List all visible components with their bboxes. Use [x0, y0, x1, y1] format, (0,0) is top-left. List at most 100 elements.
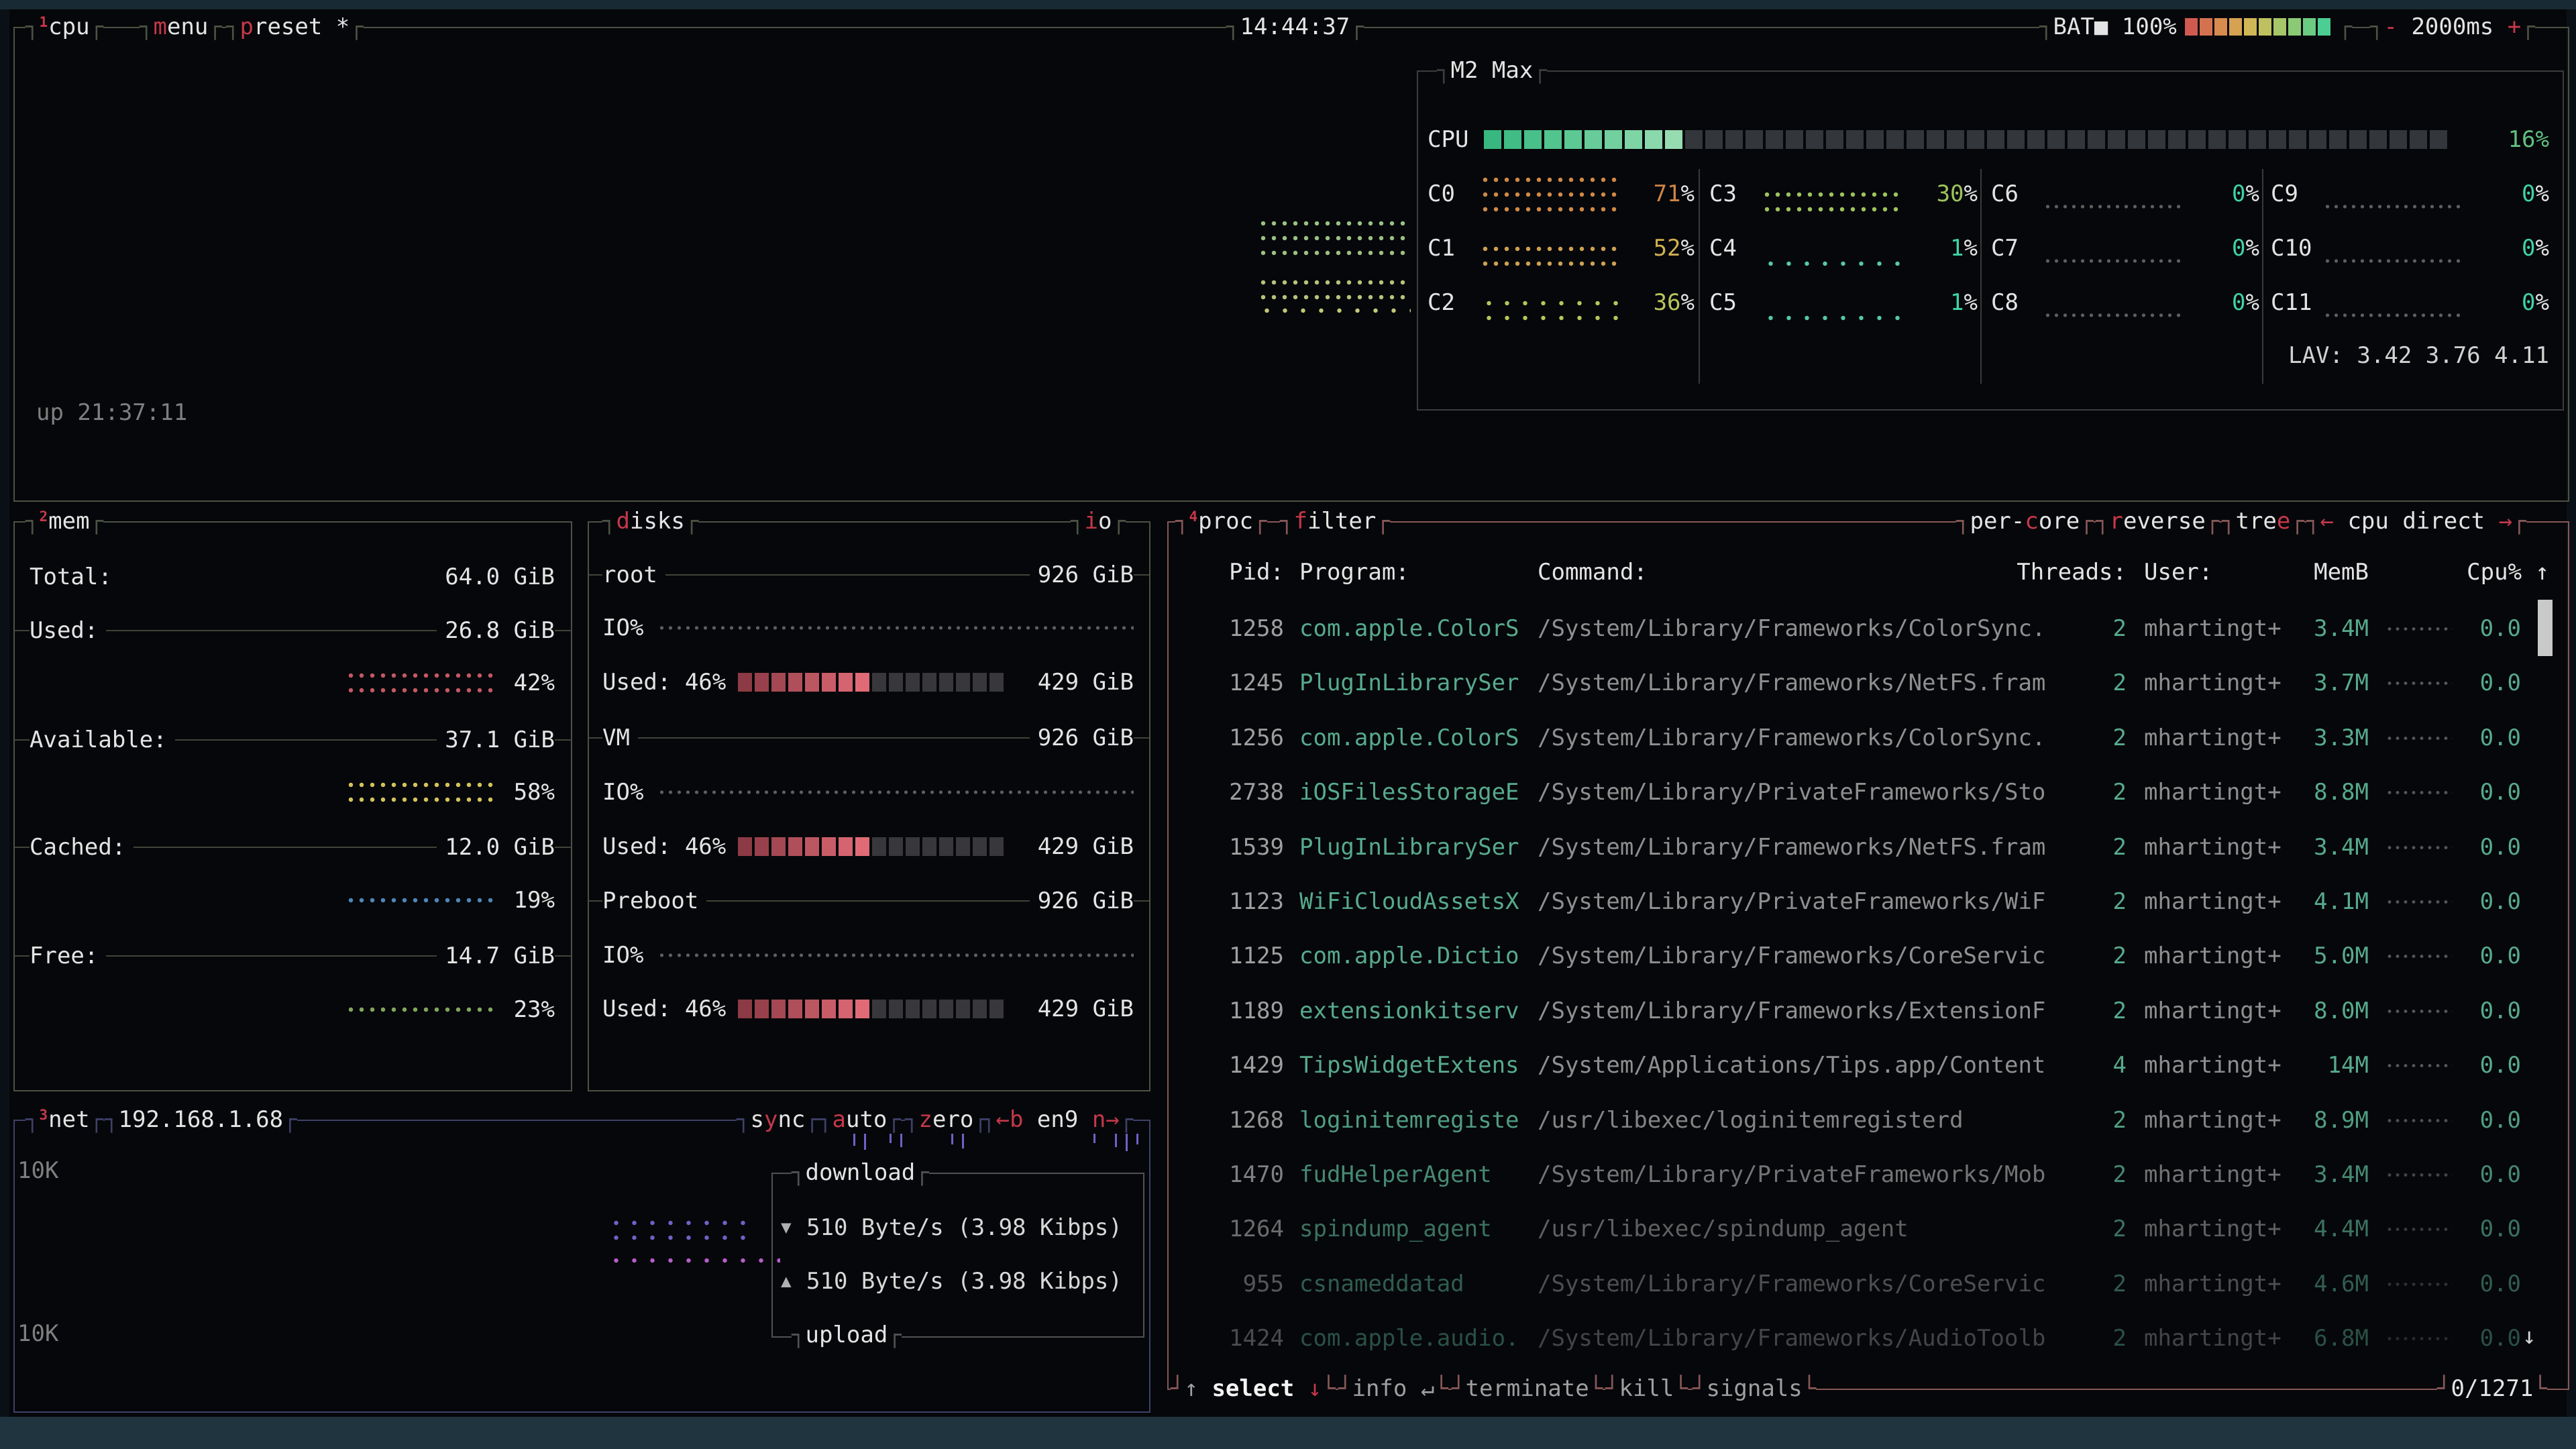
proc-box-tab[interactable]: 4proc [1175, 508, 1267, 535]
core-label: C11 [2271, 276, 2312, 329]
process-row[interactable]: 1268loginitemregiste/usr/libexec/loginit… [1181, 1093, 2521, 1148]
core-percent: 0% [2232, 167, 2259, 221]
cpu-meter-block [2168, 130, 2186, 149]
uptime-label: up 21:37:11 [36, 386, 187, 439]
process-row[interactable]: 1470fudHelperAgent/System/Library/Privat… [1181, 1148, 2521, 1202]
core-percent: 0% [2522, 276, 2549, 329]
process-row[interactable]: 1258com.apple.ColorS/System/Library/Fram… [1181, 602, 2521, 656]
battery-block [2318, 18, 2330, 36]
core-label: C9 [2271, 167, 2298, 221]
cpu-meter-block [2128, 130, 2145, 149]
proc-footer-kill[interactable]: kill [1605, 1375, 1688, 1402]
net-zero-toggle[interactable]: zero [905, 1106, 987, 1133]
cpu-meter-block [2390, 130, 2407, 149]
process-row[interactable]: 1264spindump_agent/usr/libexec/spindump_… [1181, 1202, 2521, 1256]
col-header-program: Program: [1299, 545, 1409, 599]
cpu-meter-block [2410, 130, 2427, 149]
net-graph-tick [864, 1134, 866, 1150]
process-row[interactable]: 955csnameddatad/System/Library/Framework… [1181, 1257, 2521, 1311]
preset-button[interactable]: preset * [226, 13, 364, 40]
net-box-tab[interactable]: 3net [25, 1106, 103, 1133]
disk-used-label: Used: 46% [602, 820, 726, 873]
net-prev-button[interactable]: ←b [996, 1106, 1023, 1133]
cpu-meter-block [2088, 130, 2105, 149]
cpu-meter-block [1907, 130, 1924, 149]
col-header-threads: Threads: [2006, 545, 2127, 599]
battery-block [2303, 18, 2316, 36]
cpu-meter-block [2148, 130, 2165, 149]
proc-footer-terminate[interactable]: terminate [1452, 1375, 1603, 1402]
sort-next-arrow[interactable]: → [2499, 508, 2512, 535]
process-row[interactable]: 1429TipsWidgetExtens/System/Applications… [1181, 1038, 2521, 1093]
proc-filter-button[interactable]: filter [1280, 508, 1390, 535]
core-percent: 0% [2522, 167, 2549, 221]
net-sync-toggle[interactable]: sync [737, 1106, 819, 1133]
menu-button[interactable]: menu [140, 13, 222, 40]
cpu-meter-block [1605, 130, 1622, 149]
select-up-arrow[interactable]: ↑ [1184, 1375, 1197, 1402]
disk-used-label: Used: 46% [602, 982, 726, 1036]
proc-tree-toggle[interactable]: tree [2222, 508, 2304, 535]
cpu-core-c2: C236% [1428, 276, 1695, 329]
process-row[interactable]: 1245PlugInLibrarySer/System/Library/Fram… [1181, 656, 2521, 710]
disk-used-value: 429 GiB [1013, 820, 1134, 873]
col-header-cpu-sort[interactable]: Cpu% ↑ [2422, 545, 2549, 599]
core-percent: 30% [1937, 167, 1978, 221]
refresh-rate-control: - 2000ms + [2370, 13, 2535, 40]
process-row[interactable]: 1189extensionkitserv/System/Library/Fram… [1181, 984, 2521, 1038]
mem-stat-label: Cached: [30, 820, 133, 874]
proc-reverse-toggle[interactable]: reverse [2096, 508, 2219, 535]
process-row[interactable]: 2738iOSFilesStorageE/System/Library/Priv… [1181, 765, 2521, 820]
sort-prev-arrow[interactable]: ← [2320, 508, 2333, 535]
disks-box-tab[interactable]: disks [602, 508, 698, 535]
core-percent: 71% [1654, 167, 1695, 221]
mem-stat-graph [345, 893, 498, 908]
mem-stat-graph [345, 777, 498, 807]
mem-stat-value: 14.7 GiB [354, 929, 555, 983]
core-label: C4 [1709, 221, 1737, 275]
proc-footer-info[interactable]: info ↵ [1338, 1375, 1448, 1402]
upload-speed: 510 Byte/s (3.98 Kibps) [806, 1254, 1122, 1308]
cpu-meter-block [1705, 130, 1723, 149]
disk-name: Preboot [602, 874, 706, 928]
cpu-core-c5: C51% [1709, 276, 1978, 329]
proc-footer-signals[interactable]: signals [1693, 1375, 1816, 1402]
select-down-arrow[interactable]: ↓ [1308, 1375, 1322, 1402]
mem-total-label: Total: [30, 550, 112, 604]
io-toggle-tab[interactable]: io [1071, 508, 1126, 535]
core-usage-graph [1480, 296, 1622, 325]
net-graph-tick [1115, 1134, 1117, 1147]
mem-stat-label: Free: [30, 929, 106, 983]
cpu-core-c10: C100% [2271, 221, 2549, 275]
process-row[interactable]: 1256com.apple.ColorS/System/Library/Fram… [1181, 711, 2521, 765]
mem-box-tab[interactable]: 2mem [25, 508, 103, 535]
refresh-minus-button[interactable]: - [2383, 13, 2397, 40]
cpu-box-tab[interactable]: 1cpu [25, 13, 103, 40]
cpu-meter-block [2007, 130, 2025, 149]
proc-percore-toggle[interactable]: per-core [1956, 508, 2094, 535]
proc-scroll-position: 0/1271 [2437, 1375, 2547, 1402]
process-row[interactable]: 1123WiFiCloudAssetsX/System/Library/Priv… [1181, 875, 2521, 929]
cpu-meter-block [2027, 130, 2045, 149]
core-label: C8 [1991, 276, 2019, 329]
core-column-divider [1980, 169, 1982, 384]
proc-scrollbar-thumb[interactable] [2538, 600, 2553, 656]
cpu-meter-block [1746, 130, 1763, 149]
cpu-meter-block [1927, 130, 1944, 149]
col-header-memb: MemB [2288, 545, 2369, 599]
net-next-button[interactable]: n→ [1092, 1106, 1120, 1133]
net-graph-dots-purple [607, 1216, 751, 1245]
process-row[interactable]: 1539PlugInLibrarySer/System/Library/Fram… [1181, 820, 2521, 875]
refresh-plus-button[interactable]: + [2508, 13, 2521, 40]
proc-select-control[interactable]: ↑ select ↓ [1171, 1375, 1336, 1402]
core-percent: 52% [1654, 221, 1695, 275]
disk-size: 926 GiB [966, 548, 1134, 602]
process-row[interactable]: 1424com.apple.audio./System/Library/Fram… [1181, 1311, 2521, 1366]
process-row[interactable]: 1125com.apple.Dictio/System/Library/Fram… [1181, 929, 2521, 983]
net-graph-tick [890, 1134, 892, 1143]
more-rows-indicator: ↓ [2522, 1309, 2536, 1363]
disk-used-label: Used: 46% [602, 655, 726, 709]
net-auto-toggle[interactable]: auto [818, 1106, 901, 1133]
core-label: C0 [1428, 167, 1455, 221]
net-graph-tick [1136, 1134, 1138, 1144]
